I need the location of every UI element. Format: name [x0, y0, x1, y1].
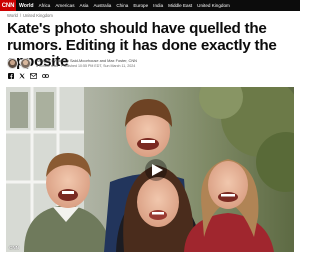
photo-credit: CNN — [9, 245, 19, 250]
nav-item-asia[interactable]: Asia — [80, 3, 89, 8]
byline: Analysis by Lauren Said-Moorhouse and Ma… — [7, 57, 137, 69]
nav-item-china[interactable]: China — [116, 3, 128, 8]
cnn-logo[interactable]: CNN — [0, 0, 16, 11]
section-nav: World Africa Americas Asia Australia Chi… — [19, 3, 235, 9]
nav-item-africa[interactable]: Africa — [39, 3, 51, 8]
facebook-icon[interactable] — [8, 73, 14, 79]
nav-item-australia[interactable]: Australia — [93, 3, 111, 8]
top-navigation-bar: CNN World Africa Americas Asia Australia… — [0, 0, 300, 11]
nav-item-europe[interactable]: Europe — [133, 3, 148, 8]
byline-authors[interactable]: Analysis by Lauren Said-Moorhouse and Ma… — [36, 58, 137, 63]
article-photo[interactable] — [6, 87, 294, 252]
breadcrumb-united-kingdom[interactable]: United Kingdom — [23, 13, 53, 18]
link-icon[interactable] — [42, 73, 49, 79]
breadcrumb-separator: / — [19, 13, 22, 18]
email-icon[interactable] — [30, 73, 37, 79]
breadcrumb: World / United Kingdom — [7, 13, 53, 18]
nav-item-united-kingdom[interactable]: United Kingdom — [197, 3, 230, 8]
nav-item-middle-east[interactable]: Middle East — [168, 3, 192, 8]
share-bar — [8, 73, 49, 79]
photo-illustration — [6, 87, 294, 252]
nav-item-americas[interactable]: Americas — [55, 3, 74, 8]
x-icon[interactable] — [19, 73, 25, 79]
byline-text: Analysis by Lauren Said-Moorhouse and Ma… — [36, 58, 137, 68]
nav-item-india[interactable]: India — [153, 3, 163, 8]
byline-timestamp: 5 minute read · Published 10:55 PM EDT, … — [36, 64, 136, 68]
breadcrumb-world[interactable]: World — [7, 13, 18, 18]
author-avatar-2[interactable] — [20, 57, 31, 69]
nav-item-world[interactable]: World — [19, 3, 34, 9]
author-avatar-1[interactable] — [7, 57, 18, 69]
